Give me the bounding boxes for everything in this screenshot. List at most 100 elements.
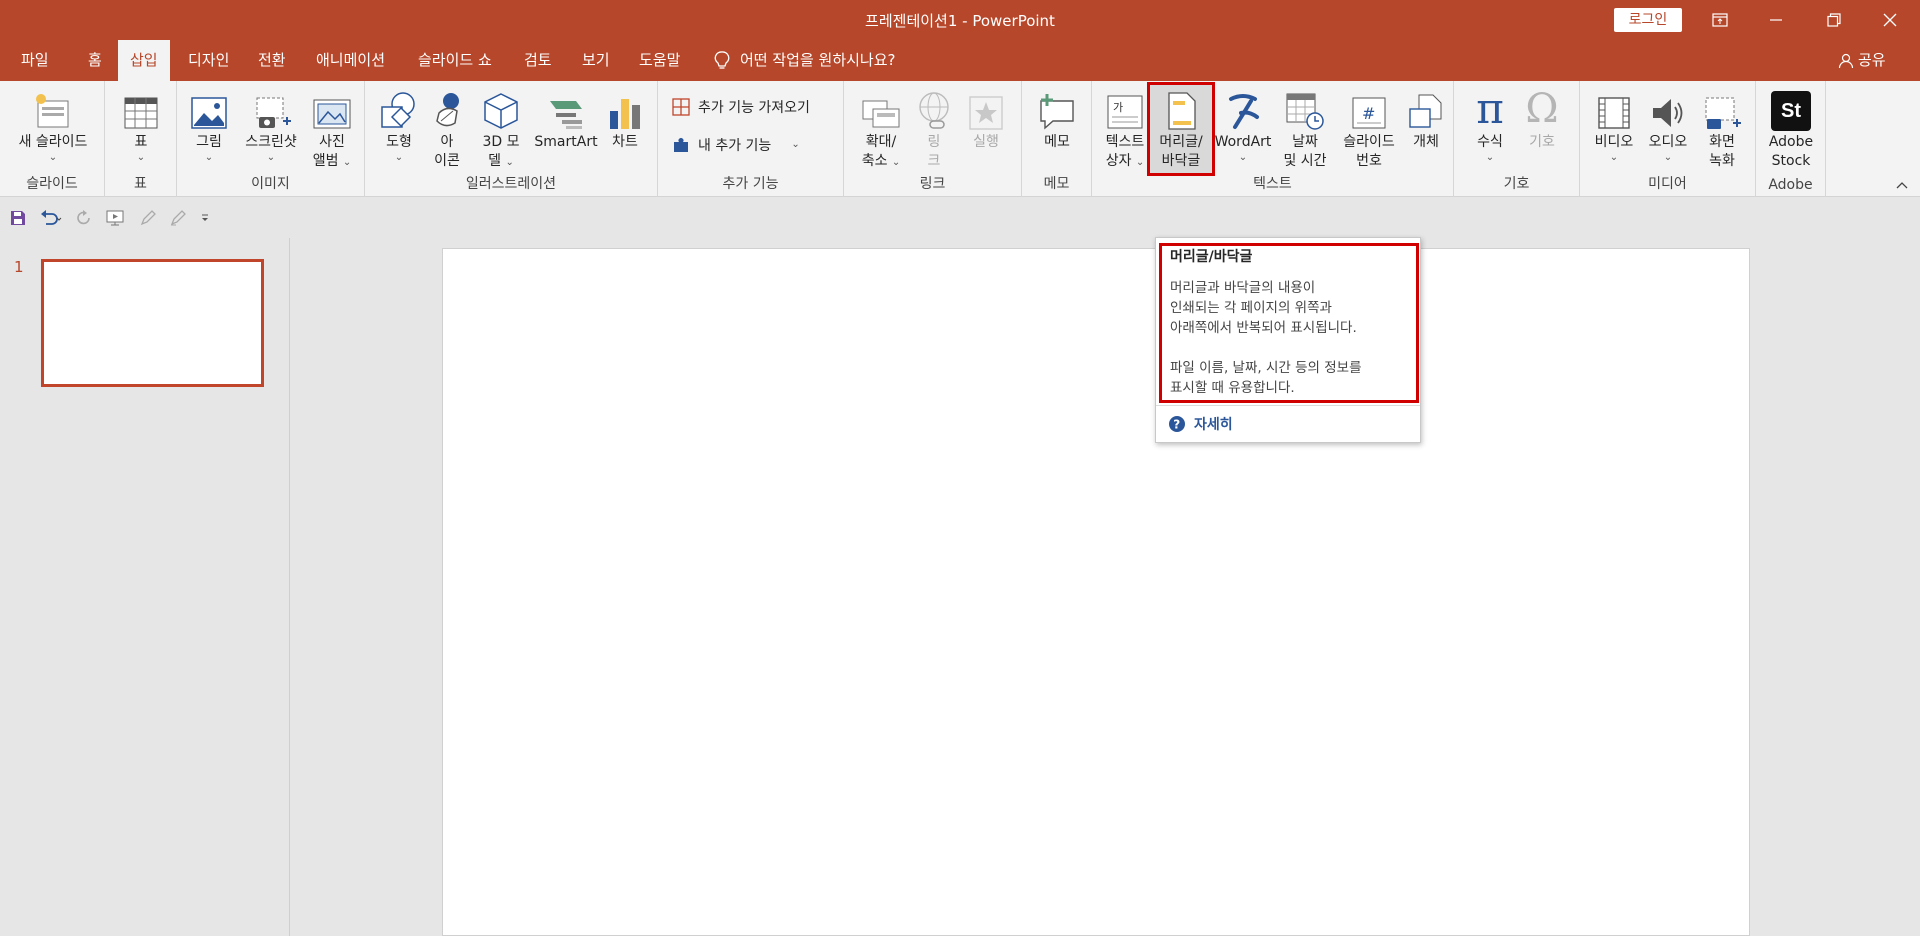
highlighter-button[interactable] [170,210,186,226]
equation-button[interactable]: π 수식 ⌄ [1468,85,1512,164]
star-action-icon [969,96,1003,130]
screenshot-button[interactable]: 스크린샷 ⌄ [239,85,303,164]
tab-slideshow[interactable]: 슬라이드 쇼 [406,40,504,81]
puzzle-icon [674,138,688,152]
tell-me-text: 어떤 작업을 원하시나요? [740,51,896,69]
symbol-label: 기호 [1529,134,1555,150]
video-label: 비디오 [1594,134,1634,150]
zoom-button[interactable]: 확대/ 축소 ⌄ [856,85,906,171]
redo-button[interactable] [76,210,92,226]
my-addins-label: 내 추가 기능 [698,138,772,154]
start-from-beginning-button[interactable] [106,210,126,226]
chart-label: 차트 [612,134,638,150]
tab-help[interactable]: 도움말 [627,40,692,81]
tab-home[interactable]: 홈 [76,40,114,81]
globe-link-icon [919,92,949,129]
action-button[interactable]: 실행 [962,85,1010,152]
group-comments: 메모 메모 [1022,81,1092,197]
picture-button[interactable]: 그림 ⌄ [187,85,231,164]
screenshot-label: 스크린샷 [245,134,297,150]
presentation-icon [106,210,124,226]
tab-transitions[interactable]: 전환 [246,40,298,81]
3d-models-button[interactable]: 3D 모 델 ⌄ [479,85,523,171]
comment-label: 메모 [1044,134,1070,150]
group-illustrations: 도형 ⌄ 아 이콘 3D 모 델 ⌄ SmartArt 차트 일러스트레이션 [365,81,658,197]
minimize-button[interactable] [1748,0,1804,40]
wordart-button[interactable]: WordArt ⌄ [1212,85,1274,164]
close-button[interactable] [1862,0,1918,40]
ribbon-display-options-button[interactable] [1692,0,1748,40]
wordart-label: WordArt [1214,134,1272,150]
speaker-icon [1653,99,1683,127]
login-button[interactable]: 로그인 [1614,8,1682,32]
collapse-ribbon-button[interactable] [1896,178,1908,192]
3d-models-label-1: 3D 모 [482,134,520,150]
slide-number-button[interactable]: # 슬라이드 번호 [1336,85,1402,171]
video-button[interactable]: 비디오 ⌄ [1588,85,1640,164]
group-images: 그림 ⌄ 스크린샷 ⌄ 사진 앨범 ⌄ 이미지 [177,81,365,197]
symbol-button[interactable]: Ω 기호 [1520,85,1564,152]
pen-button[interactable] [140,210,156,226]
tab-view[interactable]: 보기 [570,40,622,81]
chevron-down-icon: ⌄ [1609,152,1619,163]
chart-icon [610,99,640,129]
my-addins-button[interactable]: 내 추가 기능 ⌄ [672,135,800,155]
link-button[interactable]: 링 크 [914,85,954,171]
comment-button[interactable]: 메모 [1034,85,1080,152]
tab-animations[interactable]: 애니메이션 [304,40,397,81]
icons-button[interactable]: 아 이콘 [427,85,467,171]
smartart-icon [550,101,582,129]
tell-me-search[interactable]: 어떤 작업을 원하시나요? [714,40,896,81]
adobe-stock-button[interactable]: St Adobe Stock [1762,85,1820,171]
customize-qat-button[interactable] [200,213,210,223]
icons-label-1: 아 [440,134,454,150]
header-footer-button[interactable]: 머리글/ 바닥글 [1147,82,1215,176]
date-time-label-2: 및 시간 [1283,153,1327,169]
table-icon [124,97,158,129]
group-text: 가 텍스트 상자 ⌄ 머리글/ 바닥글 WordArt ⌄ 날짜 및 시간 # … [1092,81,1454,197]
new-slide-button[interactable]: 새 슬라이드 ⌄ [8,85,98,164]
restore-button[interactable] [1806,0,1862,40]
chart-button[interactable]: 차트 [601,85,649,152]
tab-file[interactable]: 파일 [9,40,61,81]
undo-button[interactable] [40,210,62,226]
tab-design[interactable]: 디자인 [176,40,241,81]
photo-album-label-1: 사진 [319,134,345,150]
zoom-label-1: 확대/ [865,134,897,150]
omega-icon: Ω [1525,86,1559,132]
undo-icon [41,210,62,225]
screen-recording-button[interactable]: 화면 녹화 [1696,85,1748,171]
group-label-slides: 슬라이드 [26,176,78,192]
shapes-button[interactable]: 도형 ⌄ [379,85,419,164]
tab-insert[interactable]: 삽입 [118,40,170,81]
3d-models-label-2: 델 ⌄ [488,152,514,171]
adobe-stock-icon: St [1771,91,1811,131]
slide-thumbnail-1[interactable] [41,259,264,387]
save-button[interactable] [10,210,26,226]
audio-label: 오디오 [1648,134,1688,150]
get-addins-button[interactable]: 추가 기능 가져오기 [672,97,810,117]
table-label: 표 [134,134,148,150]
slide-thumbnail-pane: 1 [0,238,290,936]
photo-album-button[interactable]: 사진 앨범 ⌄ [303,85,361,171]
restore-icon [1827,13,1841,27]
slide-canvas[interactable] [442,248,1750,936]
tell-me-more-link[interactable]: ? 자세히 [1168,414,1233,434]
audio-button[interactable]: 오디오 ⌄ [1642,85,1694,164]
group-slides: 새 슬라이드 ⌄ 슬라이드 [0,81,105,197]
tab-review[interactable]: 검토 [512,40,564,81]
shapes-icon [381,92,415,128]
share-button[interactable]: 공유 [1838,40,1886,81]
group-label-addins: 추가 기능 [722,176,779,192]
chevron-down-icon: ⌄ [1135,157,1145,168]
icons-insert-icon [436,93,459,127]
date-time-button[interactable]: 날짜 및 시간 [1274,85,1336,171]
textbox-button[interactable]: 가 텍스트 상자 ⌄ [1102,85,1148,171]
tooltip-title: 머리글/바닥글 [1170,249,1253,265]
object-button[interactable]: 개체 [1404,85,1448,152]
textbox-label-2: 상자 ⌄ [1106,152,1145,171]
slide-number-icon: # [1352,97,1386,129]
chevron-down-icon: ⌄ [791,139,800,150]
smartart-button[interactable]: SmartArt [533,85,599,152]
table-button[interactable]: 표 ⌄ [119,85,163,164]
